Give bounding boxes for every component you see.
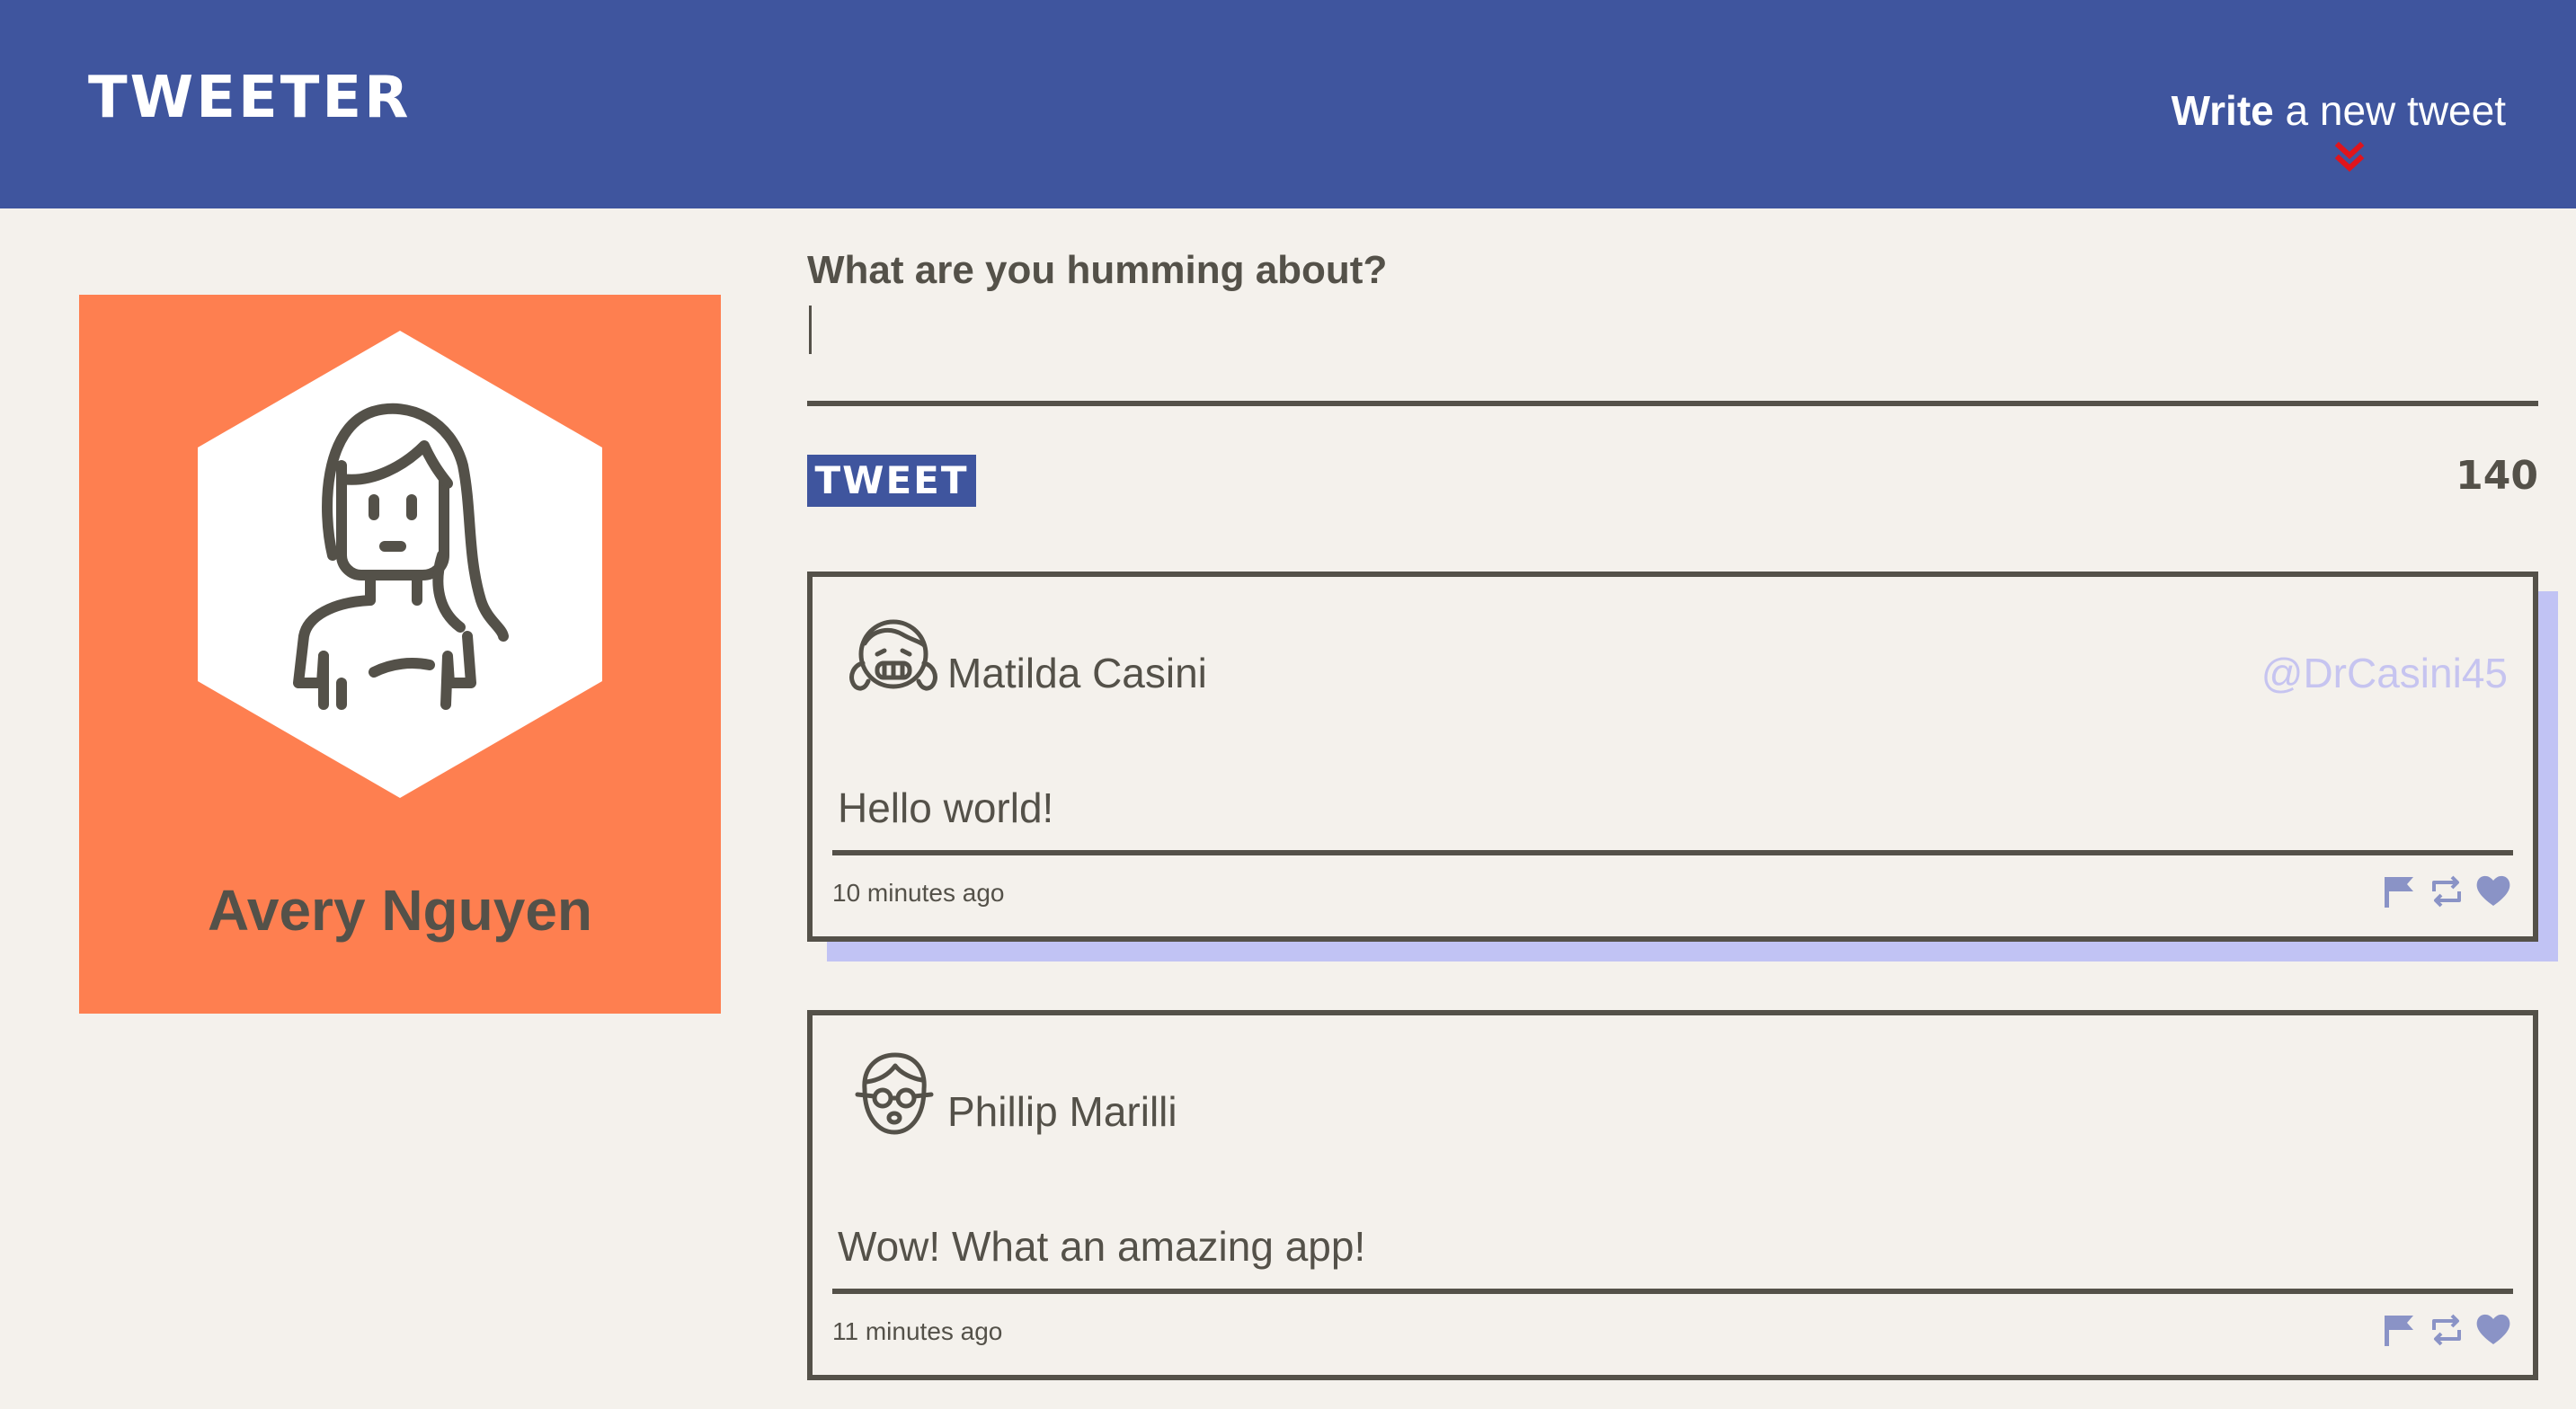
tweet-timestamp: 11 minutes ago: [832, 1317, 1003, 1345]
flag-icon[interactable]: [2379, 1310, 2419, 1350]
write-tweet-rest: a new tweet: [2273, 87, 2507, 134]
tweet-divider: [832, 850, 2513, 855]
tweet-actions: [2376, 872, 2513, 911]
tweet-divider: [832, 1289, 2513, 1294]
double-chevron-down-icon[interactable]: [2332, 140, 2367, 176]
write-tweet-bold: Write: [2171, 87, 2274, 134]
flag-icon[interactable]: [2379, 872, 2419, 911]
tweet-actions: [2376, 1310, 2513, 1350]
tweet-author-name[interactable]: Phillip Marilli: [947, 1087, 1177, 1136]
tweet-author-name[interactable]: Matilda Casini: [947, 649, 1207, 697]
character-counter: 140: [2456, 453, 2538, 499]
text-caret: [809, 306, 812, 354]
top-nav: TWEETER Write a new tweet: [0, 0, 2576, 208]
tweet-content: Wow! What an amazing app!: [838, 1223, 1366, 1270]
write-tweet-link[interactable]: Write a new tweet: [2172, 86, 2506, 135]
avatar: [849, 619, 937, 691]
profile-card: Avery Nguyen: [79, 295, 721, 1014]
brand-logo[interactable]: TWEETER: [88, 65, 411, 131]
tweet-content: Hello world!: [838, 784, 1054, 831]
profile-avatar: [198, 331, 602, 798]
tweet-input[interactable]: [807, 302, 2538, 406]
retweet-icon[interactable]: [2427, 872, 2466, 911]
profile-name: Avery Nguyen: [208, 878, 592, 943]
avatar: [855, 1052, 934, 1135]
heart-icon[interactable]: [2474, 1310, 2513, 1350]
retweet-icon[interactable]: [2427, 1310, 2466, 1350]
tweet-author-handle[interactable]: @DrCasini45: [2261, 649, 2508, 697]
composer-prompt: What are you humming about?: [807, 248, 1388, 292]
tweet-button[interactable]: TWEET: [807, 455, 976, 507]
heart-icon[interactable]: [2474, 872, 2513, 911]
tweet-timestamp: 10 minutes ago: [832, 879, 1005, 907]
tweet-card: Phillip Marilli Wow! What an amazing app…: [807, 1010, 2538, 1380]
tweet-card: Matilda Casini @DrCasini45 Hello world! …: [807, 572, 2538, 942]
